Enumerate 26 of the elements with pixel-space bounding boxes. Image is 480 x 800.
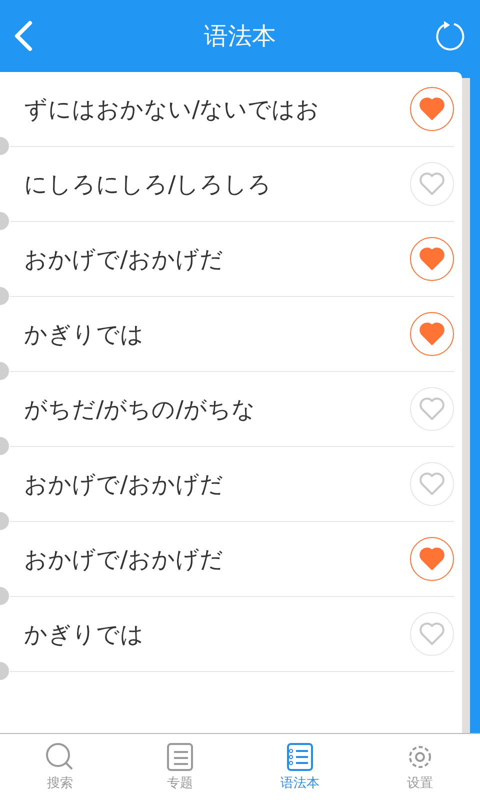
grammar-entry[interactable]: おかげで/おかげだ: [10, 244, 224, 274]
grammar-entry[interactable]: にしろにしろ/しろしろ: [10, 168, 272, 200]
back-icon[interactable]: [12, 20, 34, 52]
refresh-icon[interactable]: [434, 20, 466, 52]
heart-icon: [419, 547, 445, 571]
favorite-button[interactable]: [410, 237, 454, 281]
heart-icon: [419, 322, 445, 346]
heart-icon: [419, 172, 445, 196]
list-icon: [165, 742, 195, 772]
search-icon: [45, 742, 75, 772]
grammar-entry[interactable]: かぎりでは: [10, 318, 144, 350]
favorite-button[interactable]: [410, 537, 454, 581]
grammar-entry[interactable]: おかげで/おかげだ: [10, 468, 224, 500]
grammar-entry[interactable]: がちだ/がちの/がちな: [10, 394, 256, 424]
notebook-icon: [285, 742, 315, 772]
heart-icon: [419, 472, 445, 496]
heart-icon: [419, 97, 445, 121]
grammar-entry[interactable]: おかげで/おかげだ: [10, 544, 224, 574]
favorite-button[interactable]: [410, 312, 454, 356]
page-title: 语法本: [203, 21, 277, 52]
heart-icon: [419, 397, 445, 421]
grammar-entry[interactable]: ずにはおかない/ないではお: [10, 94, 320, 124]
heart-icon: [419, 622, 445, 646]
favorite-button[interactable]: [410, 87, 454, 131]
grammar-entry[interactable]: かぎりでは: [10, 618, 144, 650]
heart-icon: [419, 247, 445, 271]
